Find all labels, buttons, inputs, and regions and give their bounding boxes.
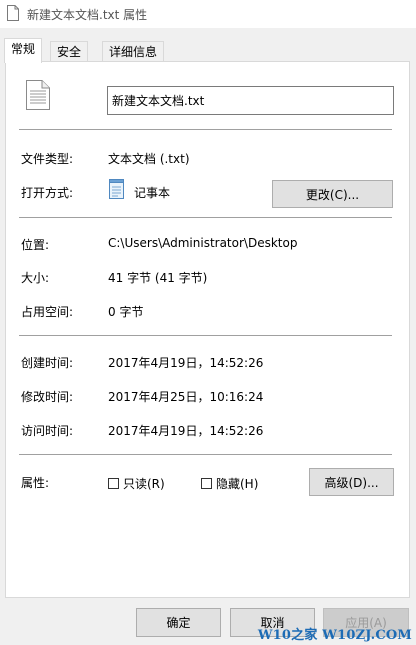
ok-button[interactable]: 确定 xyxy=(136,608,221,637)
text-file-icon xyxy=(26,80,50,110)
created-value: 2017年4月19日，14:52:26 xyxy=(108,356,264,370)
file-type-label: 文件类型: xyxy=(21,152,74,166)
location-label: 位置: xyxy=(21,238,50,252)
location-value: C:\Users\Administrator\Desktop xyxy=(108,236,298,250)
accessed-value: 2017年4月19日，14:52:26 xyxy=(108,424,264,438)
window-title: 新建文本文档.txt 属性 xyxy=(27,8,148,22)
tab-details[interactable]: 详细信息 xyxy=(102,41,165,61)
filename-input[interactable] xyxy=(107,86,394,115)
size-value: 41 字节 (41 字节) xyxy=(108,271,208,285)
hidden-label: 隐藏(H) xyxy=(216,477,259,491)
watermark-logo: W10之家 W10ZJ.COM xyxy=(257,628,412,643)
general-panel: 文件类型: 文本文档 (.txt) 打开方式: 记事本 更改(C)... 位置:… xyxy=(5,61,410,598)
tab-general[interactable]: 常规 xyxy=(4,38,43,63)
change-button[interactable]: 更改(C)... xyxy=(272,180,393,208)
readonly-checkbox[interactable]: 只读(R) xyxy=(108,475,165,492)
readonly-checkbox-box[interactable] xyxy=(108,478,119,489)
file-icon xyxy=(7,5,19,21)
hidden-checkbox[interactable]: 隐藏(H) xyxy=(201,475,258,492)
accessed-label: 访问时间: xyxy=(21,424,74,438)
separator xyxy=(19,217,392,218)
notepad-icon xyxy=(109,179,124,199)
separator xyxy=(19,454,392,455)
separator xyxy=(19,335,392,336)
advanced-button[interactable]: 高级(D)... xyxy=(309,468,394,496)
open-with-value: 记事本 xyxy=(134,186,171,200)
created-label: 创建时间: xyxy=(21,356,74,370)
tab-security[interactable]: 安全 xyxy=(50,41,89,61)
size-on-disk-label: 占用空间: xyxy=(21,305,74,319)
size-on-disk-value: 0 字节 xyxy=(108,305,144,319)
separator xyxy=(19,129,392,130)
title-bar[interactable]: 新建文本文档.txt 属性 xyxy=(0,0,416,28)
modified-value: 2017年4月25日，10:16:24 xyxy=(108,390,264,404)
attributes-label: 属性: xyxy=(21,476,50,490)
readonly-label: 只读(R) xyxy=(123,477,165,491)
modified-label: 修改时间: xyxy=(21,390,74,404)
file-type-value: 文本文档 (.txt) xyxy=(108,152,190,166)
size-label: 大小: xyxy=(21,271,50,285)
open-with-label: 打开方式: xyxy=(21,186,74,200)
hidden-checkbox-box[interactable] xyxy=(201,478,212,489)
